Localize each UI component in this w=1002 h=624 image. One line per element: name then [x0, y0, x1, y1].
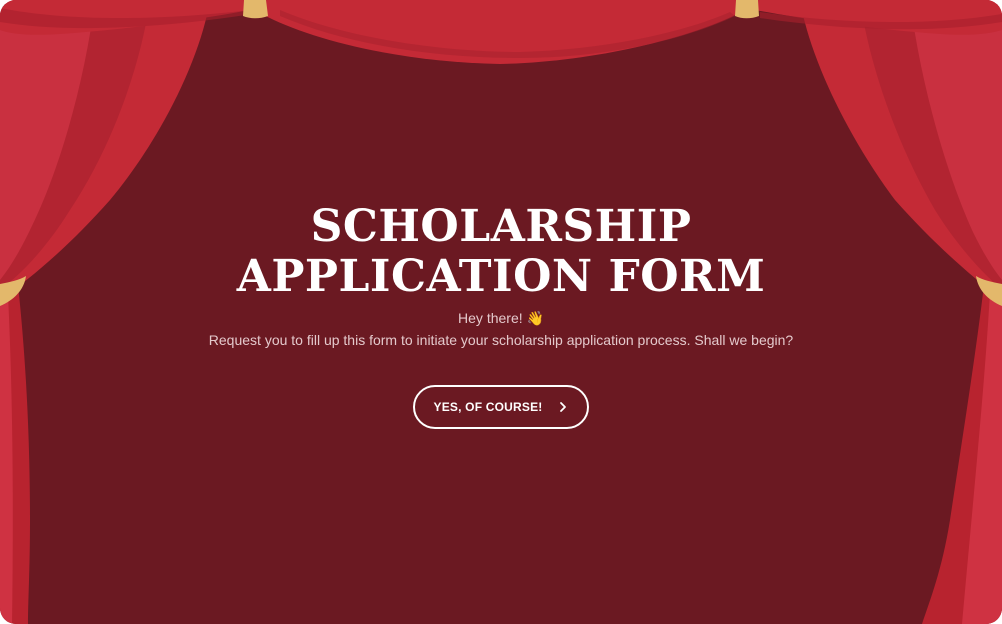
chevron-right-icon	[557, 401, 569, 413]
title-line-2: APPLICATION FORM	[236, 251, 766, 302]
form-description: Request you to fill up this form to init…	[208, 332, 794, 348]
welcome-content: SCHOLARSHIP APPLICATION FORM Hey there! …	[0, 0, 1002, 624]
start-form-button[interactable]: YES, OF COURSE!	[413, 385, 589, 429]
title-line-1: SCHOLARSHIP	[310, 201, 692, 252]
greeting-label: Hey there!	[458, 310, 523, 326]
waving-hand-icon: 👋	[526, 310, 544, 326]
welcome-screen: SCHOLARSHIP APPLICATION FORM Hey there! …	[0, 0, 1002, 624]
greeting-text: Hey there! 👋	[0, 308, 1002, 328]
form-title: SCHOLARSHIP APPLICATION FORM	[0, 202, 1002, 302]
start-form-button-label: YES, OF COURSE!	[433, 400, 543, 414]
